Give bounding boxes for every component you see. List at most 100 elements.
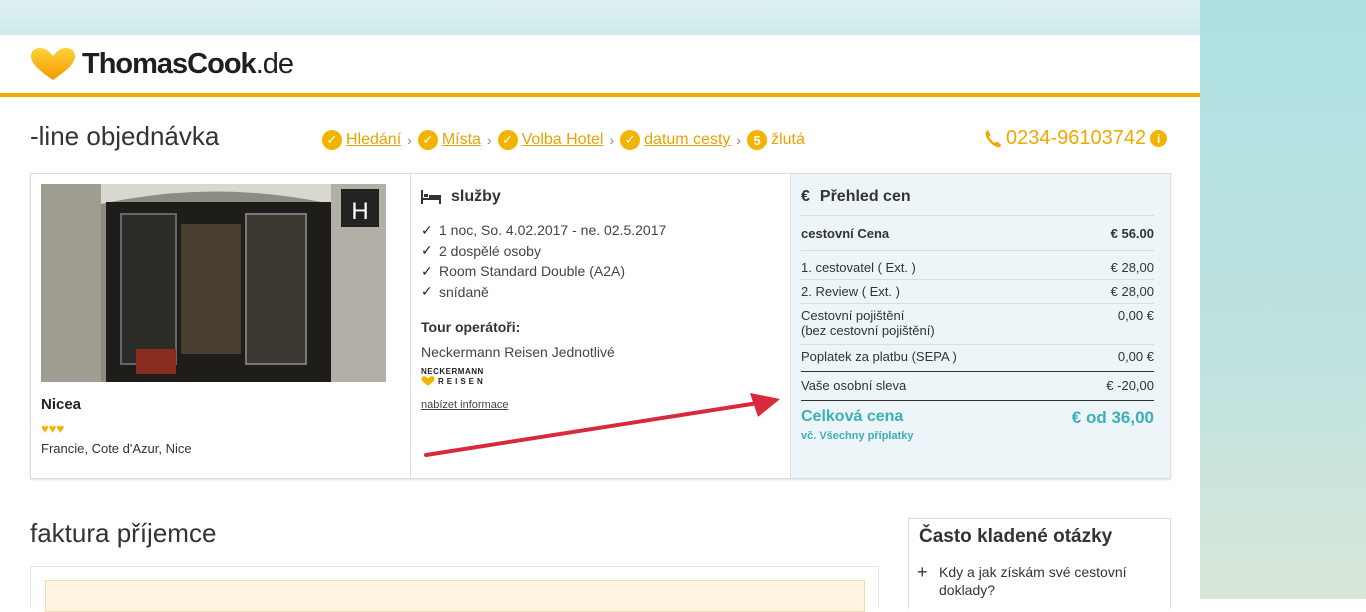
divider [801, 215, 1154, 216]
price-overview-title: € Přehled cen [801, 188, 911, 206]
total-price-note: vč. Všechny příplatky [801, 430, 914, 442]
check-icon: ✓ [620, 130, 641, 150]
neckermann-logo: NECKERMANN REISEN [421, 367, 486, 386]
operators-title: Tour operátoři: [421, 319, 521, 335]
heart-logo-icon [421, 376, 435, 386]
step-number-badge: 5 [747, 130, 768, 150]
neckermann-logo-line-2: REISEN [421, 376, 486, 386]
neckermann-logo-text-1: NECKERMANN [421, 367, 484, 376]
hotel-photo: H [41, 184, 386, 382]
insurance-label: Cestovní pojištění (bez cestovní pojištěn… [801, 308, 935, 338]
step-current: 5 žlutá [747, 130, 805, 150]
bed-icon [421, 190, 441, 204]
svg-text:H: H [351, 198, 368, 225]
step-hotel[interactable]: ✓ Volba Hotel › [497, 130, 621, 150]
services-title-text: služby [451, 188, 501, 205]
brand-logo[interactable]: ThomasCook.de [30, 47, 294, 81]
check-icon: ✓ [421, 242, 433, 259]
list-item: ✓ 1 noc, So. 4.02.2017 - ne. 02.5.2017 [421, 220, 666, 241]
hotel-location: Francie, Cote d'Azur, Nice [41, 441, 192, 456]
price-row: 2. Review ( Ext. ) € 28,00 [801, 284, 1154, 299]
discount-label: Vaše osobní sleva [801, 378, 907, 393]
price-row-value: € 28,00 [1110, 284, 1154, 299]
price-overview-column: € Přehled cen cestovní Cena € 56.00 1. c… [791, 174, 1170, 478]
plus-icon: + [917, 562, 928, 582]
divider [801, 250, 1154, 251]
fee-label: Poplatek za platbu (SEPA ) [801, 349, 957, 364]
recipient-section-title: faktura příjemce [30, 518, 217, 548]
hotline[interactable]: 0234-96103742 i [984, 127, 1168, 150]
divider [801, 371, 1154, 372]
euro-icon: € [801, 188, 810, 205]
hotel-rating-hearts: ♥♥♥ [41, 421, 65, 436]
travel-price-label: cestovní Cena [801, 226, 890, 241]
operator-name: Neckermann Reisen Jednotlivé [421, 344, 615, 360]
step-search[interactable]: ✓ Hledání › [322, 130, 418, 150]
faq-item[interactable]: + Kdy a jak získám své cestovní doklady? [917, 563, 1139, 599]
services-title: služby [421, 188, 501, 206]
fee-row: Poplatek za platbu (SEPA ) 0,00 € [801, 349, 1154, 364]
step-places-link[interactable]: Místa [442, 131, 481, 149]
discount-value: € -20,00 [1106, 378, 1154, 393]
divider [801, 400, 1154, 401]
price-row-label: 1. cestovatel ( Ext. ) [801, 260, 916, 275]
check-icon: ✓ [497, 130, 518, 150]
divider [801, 303, 1154, 304]
travel-price-value: € 56.00 [1110, 226, 1154, 241]
services-list: ✓ 1 noc, So. 4.02.2017 - ne. 02.5.2017 ✓ 2… [421, 220, 666, 302]
faq-question: Kdy a jak získám své cestovní doklady? [939, 564, 1127, 598]
chevron-right-icon: › [486, 132, 492, 148]
step-hotel-link[interactable]: Volba Hotel [522, 131, 604, 149]
list-item: ✓ Room Standard Double (A2A) [421, 261, 666, 282]
faq-title: Často kladené otázky [919, 526, 1113, 547]
booking-steps: ✓ Hledání › ✓ Místa › ✓ Volba Hotel › ✓ … [322, 130, 805, 150]
price-row: 1. cestovatel ( Ext. ) € 28,00 [801, 260, 1154, 275]
check-icon: ✓ [417, 130, 438, 150]
total-price-label: Celková cena [801, 408, 904, 425]
step-date-link[interactable]: datum cesty [644, 131, 730, 149]
total-price-value: € od 36,00 [1071, 408, 1154, 427]
service-text: snídaně [439, 283, 489, 300]
insurance-label-line-1: Cestovní pojištění [801, 308, 905, 323]
step-date[interactable]: ✓ datum cesty › [620, 130, 747, 150]
check-icon: ✓ [421, 221, 433, 238]
discount-row: Vaše osobní sleva € -20,00 [801, 378, 1154, 393]
chevron-right-icon: › [609, 132, 615, 148]
phone-number: 0234-96103742 [1006, 127, 1147, 149]
recipient-notice [45, 580, 865, 612]
step-search-link[interactable]: Hledání [346, 131, 401, 149]
insurance-label-line-2: (bez cestovní pojištění) [801, 323, 935, 338]
info-icon[interactable]: i [1150, 130, 1168, 147]
step-current-label: žlutá [771, 131, 805, 148]
divider [801, 344, 1154, 345]
list-item: ✓ 2 dospělé osoby [421, 241, 666, 262]
brand-tld: .de [255, 47, 294, 80]
price-row-label: 2. Review ( Ext. ) [801, 284, 900, 299]
top-background-band [0, 0, 1366, 35]
check-icon: ✓ [322, 130, 342, 150]
service-text: 1 noc, So. 4.02.2017 - ne. 02.5.2017 [439, 222, 667, 239]
brand-name: ThomasCook [82, 47, 257, 80]
hotel-entrance-image: H [41, 184, 386, 382]
service-text: 2 dospělé osoby [439, 242, 541, 259]
neckermann-logo-text-2: REISEN [438, 376, 486, 386]
divider [801, 279, 1154, 280]
hotel-column: H Nicea ♥♥♥ Francie, Cote d'Azur, Nice [31, 174, 411, 478]
insurance-value: 0,00 € [1117, 308, 1154, 323]
price-overview-title-text: Přehled cen [819, 188, 911, 205]
travel-price-row: cestovní Cena € 56.00 [801, 226, 1154, 241]
faq-box: Často kladené otázky + Kdy a jak získám … [908, 518, 1171, 609]
fee-value: 0,00 € [1117, 349, 1154, 364]
right-background-band [1200, 0, 1366, 599]
phone-icon [985, 129, 1001, 147]
heart-logo-icon [31, 48, 75, 80]
check-icon: ✓ [421, 283, 433, 300]
hotel-name: Nicea [41, 396, 82, 413]
check-icon: ✓ [421, 262, 433, 279]
brand-wordmark: ThomasCook.de [82, 47, 294, 81]
price-row-value: € 28,00 [1110, 260, 1154, 275]
service-text: Room Standard Double (A2A) [439, 263, 625, 280]
list-item: ✓ snídaně [421, 282, 666, 303]
step-places[interactable]: ✓ Místa › [417, 130, 498, 150]
page-title: -line objednávka [30, 121, 220, 151]
